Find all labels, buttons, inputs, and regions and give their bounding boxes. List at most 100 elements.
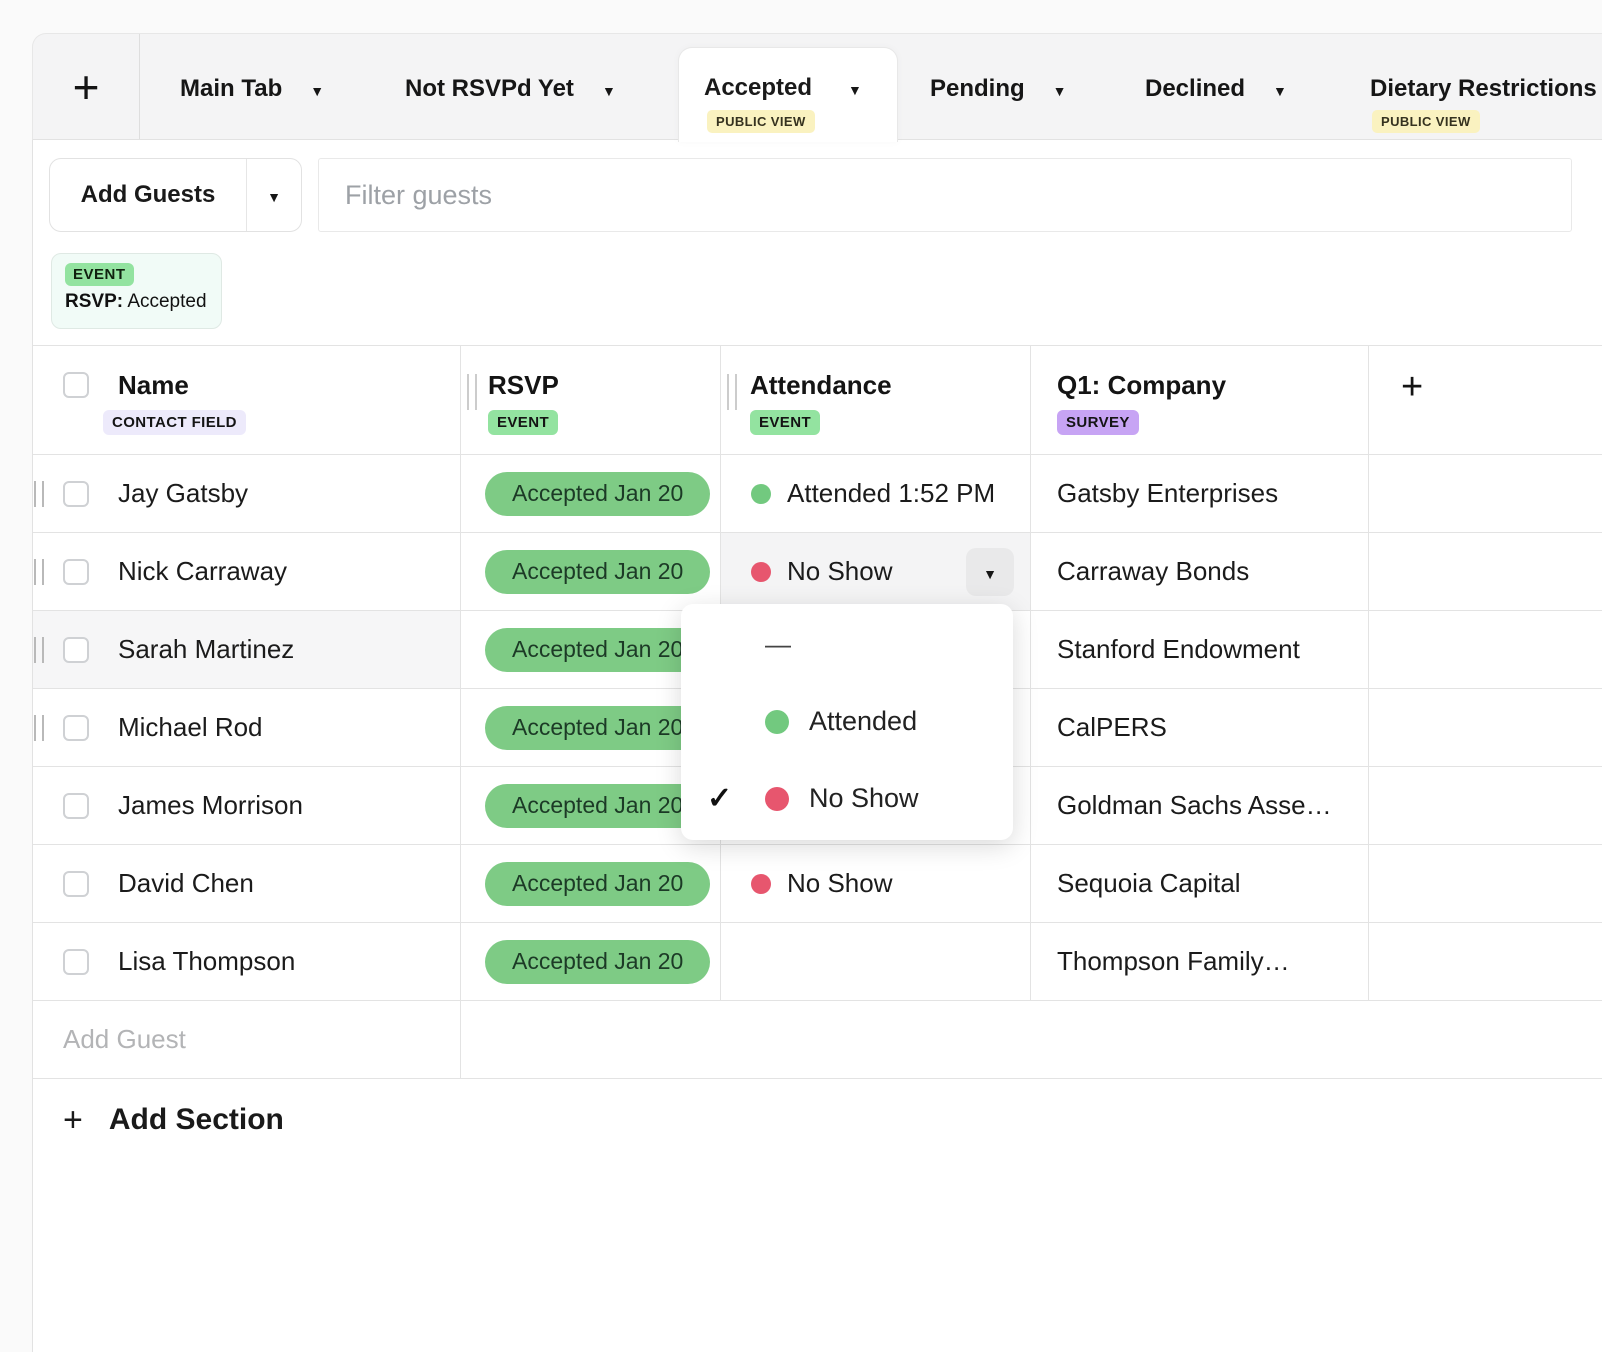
guest-name: Nick Carraway	[118, 556, 287, 587]
add-guests-button[interactable]: Add Guests ▼	[49, 158, 302, 232]
column-header-company[interactable]: Q1: Company SURVEY	[1031, 346, 1369, 454]
row-checkbox[interactable]	[63, 949, 89, 975]
add-guest-cell[interactable]: Add Guest	[33, 1001, 461, 1078]
row-drag-handle[interactable]	[34, 481, 44, 507]
name-cell[interactable]: Jay Gatsby	[33, 455, 461, 532]
row-checkbox[interactable]	[63, 637, 89, 663]
empty-cell[interactable]	[1369, 455, 1602, 532]
menu-item-attended[interactable]: Attended	[681, 683, 1013, 760]
name-cell[interactable]: Lisa Thompson	[33, 923, 461, 1000]
menu-item-clear[interactable]: —	[681, 606, 1013, 683]
empty-cell[interactable]	[1369, 767, 1602, 844]
name-cell[interactable]: Michael Rod	[33, 689, 461, 766]
menu-item-label: No Show	[809, 783, 919, 814]
caret-down-icon[interactable]: ▼	[1053, 80, 1067, 99]
company-value: Gatsby Enterprises	[1057, 478, 1278, 509]
row-drag-handle[interactable]	[34, 559, 44, 585]
check-icon: ✓	[707, 781, 765, 816]
row-checkbox[interactable]	[63, 559, 89, 585]
empty-cell[interactable]	[1369, 923, 1602, 1000]
guest-name: David Chen	[118, 868, 254, 899]
rsvp-cell[interactable]: Accepted Jan 20	[461, 533, 721, 610]
name-cell[interactable]: Sarah Martinez	[33, 611, 461, 688]
company-value: Sequoia Capital	[1057, 868, 1241, 899]
attendance-cell[interactable]: No Show	[721, 845, 1031, 922]
caret-down-icon: ▼	[267, 186, 281, 205]
attended-dot-icon	[765, 710, 789, 734]
add-section-button[interactable]: + Add Section	[33, 1079, 1602, 1161]
column-drag-handle[interactable]	[467, 374, 477, 410]
attendance-cell[interactable]	[721, 923, 1031, 1000]
add-guest-row[interactable]: Add Guest	[33, 1001, 1602, 1079]
attendance-dropdown-button[interactable]: ▼	[966, 548, 1014, 596]
tab-main-tab[interactable]: Main Tab ▼	[180, 74, 324, 104]
tab-not-rsvpd-yet[interactable]: Not RSVPd Yet ▼	[405, 74, 616, 104]
table-row: David Chen Accepted Jan 20 No Show Sequo…	[33, 845, 1602, 923]
company-cell[interactable]: Sequoia Capital	[1031, 845, 1369, 922]
empty-cell[interactable]	[1369, 845, 1602, 922]
column-header-rsvp[interactable]: RSVP EVENT	[461, 346, 721, 454]
row-checkbox[interactable]	[63, 871, 89, 897]
guest-name: Lisa Thompson	[118, 946, 295, 977]
rsvp-pill: Accepted Jan 20	[485, 628, 710, 672]
add-guest-placeholder: Add Guest	[63, 1024, 186, 1055]
attendance-cell[interactable]: Attended 1:52 PM	[721, 455, 1031, 532]
company-cell[interactable]: Stanford Endowment	[1031, 611, 1369, 688]
public-view-badge: PUBLIC VIEW	[1372, 110, 1480, 133]
filter-guests-input[interactable]	[318, 158, 1572, 232]
menu-item-label: Attended	[809, 706, 917, 737]
empty-cell[interactable]	[1369, 611, 1602, 688]
name-cell[interactable]: David Chen	[33, 845, 461, 922]
tab-label: Pending	[930, 75, 1025, 103]
plus-icon: +	[63, 1103, 83, 1137]
tab-pending[interactable]: Pending ▼	[930, 74, 1067, 104]
column-header-name[interactable]: Name CONTACT FIELD	[33, 346, 461, 454]
filter-chip[interactable]: EVENT RSVP: Accepted	[51, 253, 222, 329]
tab-bar: + Main Tab ▼ Not RSVPd Yet ▼ Accepted ▼ …	[32, 33, 1602, 140]
select-all-checkbox[interactable]	[63, 372, 89, 398]
column-drag-handle[interactable]	[727, 374, 737, 410]
rsvp-cell[interactable]: Accepted Jan 20	[461, 845, 721, 922]
empty-cell[interactable]	[1369, 533, 1602, 610]
attendance-status: No Show	[787, 868, 893, 899]
caret-down-icon[interactable]: ▼	[1273, 80, 1287, 99]
caret-down-icon[interactable]: ▼	[848, 79, 862, 98]
contact-field-badge: CONTACT FIELD	[103, 410, 246, 435]
no-show-dot-icon	[751, 874, 771, 894]
caret-down-icon[interactable]: ▼	[602, 80, 616, 99]
add-column-cell: +	[1369, 346, 1602, 454]
row-checkbox[interactable]	[63, 481, 89, 507]
attendance-cell-active[interactable]: No Show ▼	[721, 533, 1031, 610]
tab-dietary-restrictions[interactable]: Dietary Restrictions	[1370, 74, 1597, 104]
name-cell[interactable]: James Morrison	[33, 767, 461, 844]
survey-badge: SURVEY	[1057, 410, 1139, 435]
guest-name: Jay Gatsby	[118, 478, 248, 509]
add-guests-caret-button[interactable]: ▼	[247, 159, 301, 231]
rsvp-pill: Accepted Jan 20	[485, 784, 710, 828]
tab-accepted[interactable]: Accepted ▼ PUBLIC VIEW	[678, 47, 898, 142]
caret-down-icon: ▼	[983, 563, 997, 582]
rsvp-cell[interactable]: Accepted Jan 20	[461, 923, 721, 1000]
name-cell[interactable]: Nick Carraway	[33, 533, 461, 610]
menu-item-no-show[interactable]: ✓ No Show	[681, 760, 1013, 837]
company-cell[interactable]: Gatsby Enterprises	[1031, 455, 1369, 532]
company-cell[interactable]: CalPERS	[1031, 689, 1369, 766]
add-tab-button[interactable]: +	[33, 34, 140, 139]
company-cell[interactable]: Thompson Family…	[1031, 923, 1369, 1000]
company-cell[interactable]: Goldman Sachs Asse…	[1031, 767, 1369, 844]
tab-declined[interactable]: Declined ▼	[1145, 74, 1287, 104]
filter-chip-value: Accepted	[127, 291, 206, 312]
empty-cell[interactable]	[1369, 689, 1602, 766]
column-header-attendance[interactable]: Attendance EVENT	[721, 346, 1031, 454]
company-cell[interactable]: Carraway Bonds	[1031, 533, 1369, 610]
table-header-row: Name CONTACT FIELD RSVP EVENT Attendance…	[33, 345, 1602, 455]
row-drag-handle[interactable]	[34, 637, 44, 663]
caret-down-icon[interactable]: ▼	[310, 80, 324, 99]
row-checkbox[interactable]	[63, 715, 89, 741]
add-column-button[interactable]: +	[1401, 368, 1423, 406]
public-view-badge: PUBLIC VIEW	[707, 110, 815, 133]
empty-cell	[461, 1001, 721, 1078]
row-drag-handle[interactable]	[34, 715, 44, 741]
rsvp-cell[interactable]: Accepted Jan 20	[461, 455, 721, 532]
row-checkbox[interactable]	[63, 793, 89, 819]
